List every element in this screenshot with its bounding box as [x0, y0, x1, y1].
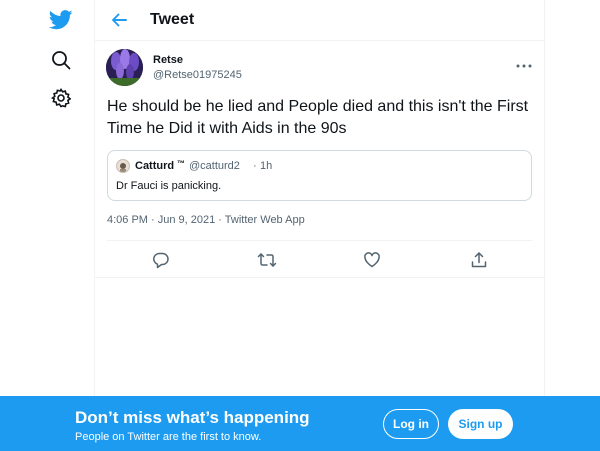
share-icon[interactable]: [469, 250, 489, 270]
author-handle[interactable]: @Retse01975245: [153, 69, 242, 81]
more-icon[interactable]: [515, 56, 533, 68]
quote-separator: ·: [253, 160, 257, 172]
search-icon[interactable]: [48, 47, 74, 73]
quote-avatar: [116, 159, 130, 173]
banner-title: Don’t miss what’s happening: [75, 408, 310, 427]
quote-badge: ™: [177, 159, 185, 168]
reply-icon[interactable]: [151, 250, 171, 270]
divider: [95, 277, 544, 278]
quoted-tweet[interactable]: Catturd ™ @catturd2 · 1h Dr Fauci is pan…: [107, 150, 532, 201]
signup-banner: Don’t miss what’s happening People on Tw…: [0, 396, 600, 451]
quote-text: Dr Fauci is panicking.: [116, 180, 222, 192]
like-icon[interactable]: [362, 250, 382, 270]
retweet-icon[interactable]: [257, 250, 277, 270]
left-nav-rail: [0, 0, 94, 451]
page-title: Tweet: [150, 11, 195, 28]
main-column: Tweet Retse @Retse01975245 He should be …: [94, 0, 545, 451]
gear-icon[interactable]: [48, 85, 74, 111]
tweet-timestamp[interactable]: 4:06 PM · Jun 9, 2021 · Twitter Web App: [107, 214, 305, 226]
quote-author-handle: @catturd2: [189, 160, 240, 172]
quote-time: 1h: [260, 160, 273, 172]
login-button[interactable]: Log in: [383, 409, 439, 439]
back-arrow-icon[interactable]: [109, 10, 129, 30]
avatar[interactable]: [106, 49, 143, 86]
banner-subtitle: People on Twitter are the first to know.: [75, 431, 262, 443]
page-header: Tweet: [95, 0, 544, 41]
twitter-bird-icon[interactable]: [48, 7, 74, 33]
quote-author-name: Catturd: [135, 160, 175, 172]
author-name[interactable]: Retse: [153, 54, 183, 66]
tweet-text: He should be he lied and People died and…: [107, 98, 529, 137]
divider: [107, 240, 532, 241]
signup-button[interactable]: Sign up: [448, 409, 513, 439]
